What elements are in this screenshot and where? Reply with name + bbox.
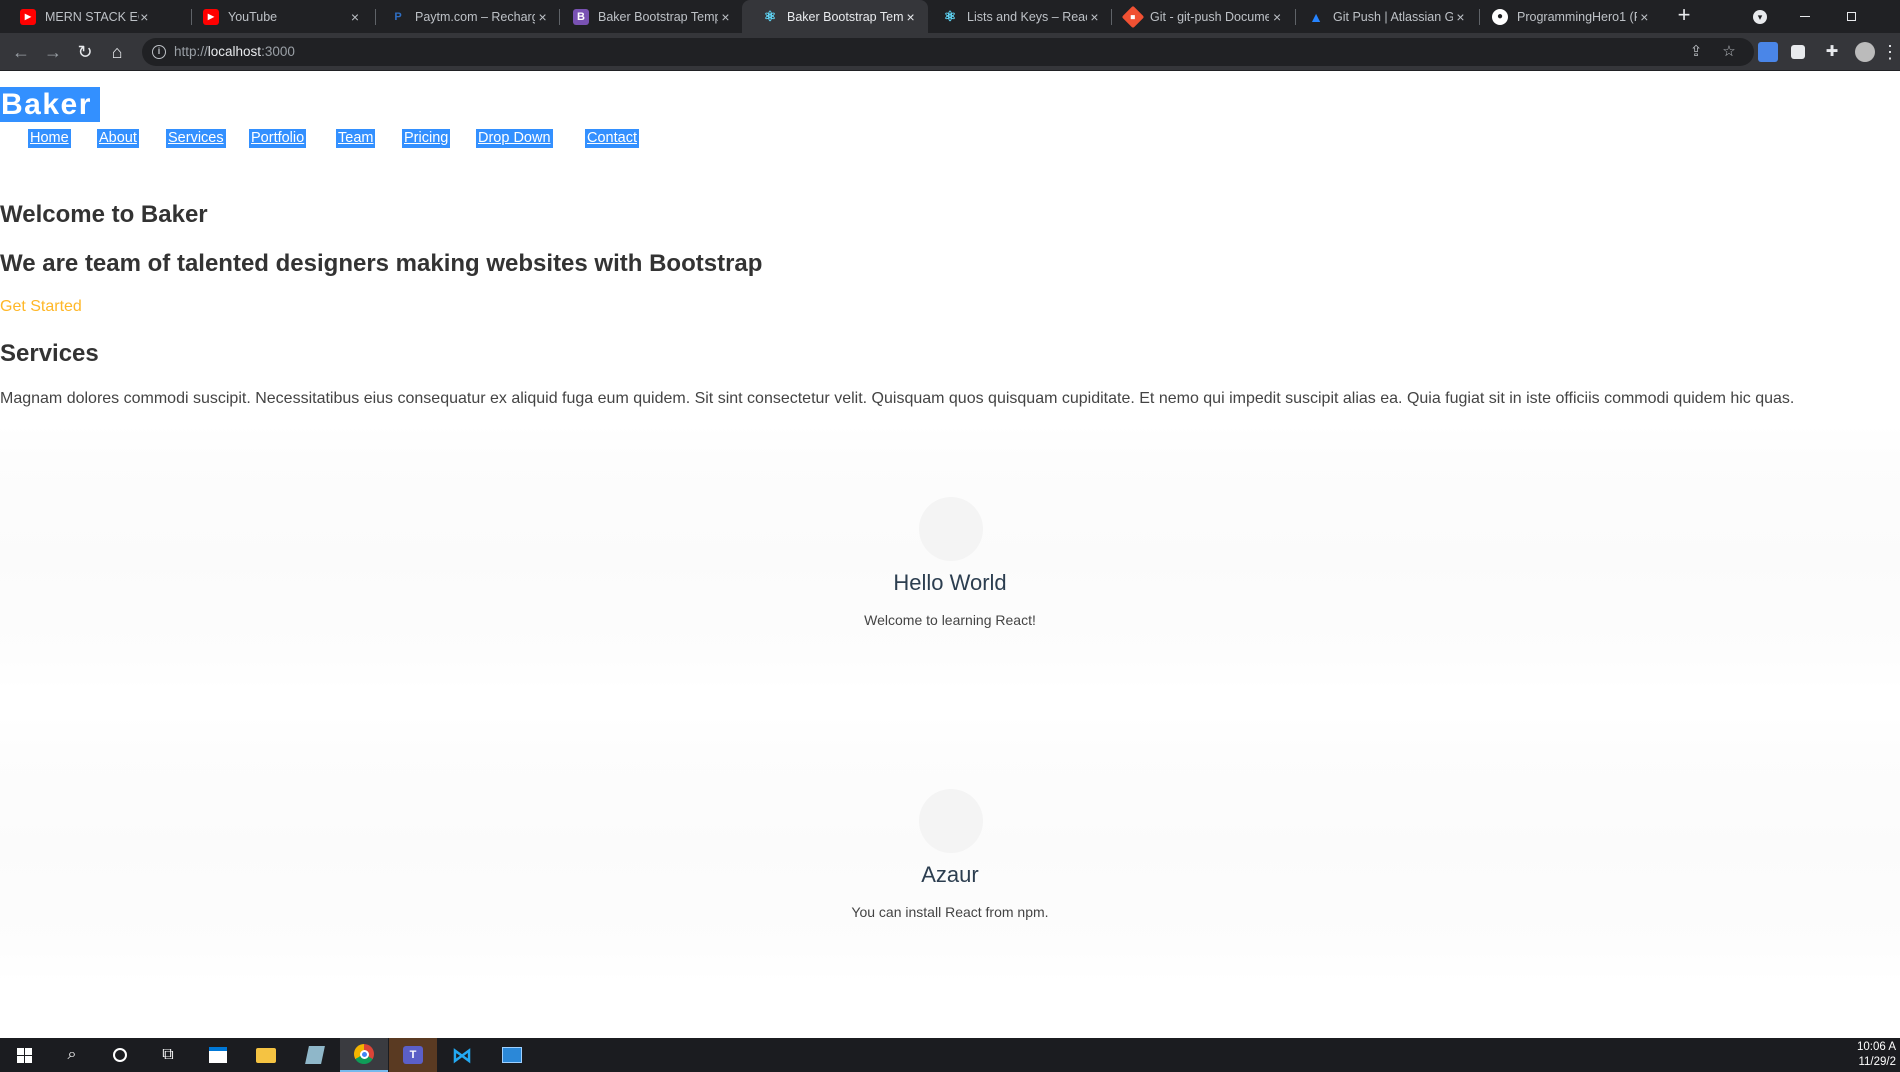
photos-icon[interactable] bbox=[488, 1038, 536, 1072]
card-icon-circle bbox=[919, 497, 983, 561]
close-tab-icon[interactable]: × bbox=[1087, 9, 1102, 25]
cortana-icon[interactable] bbox=[96, 1038, 144, 1072]
browser-tab[interactable]: ⚛ Lists and Keys – React × bbox=[922, 0, 1112, 33]
card-text: You can install React from npm. bbox=[851, 904, 1049, 920]
clock-date: 11/29/2 bbox=[1858, 1056, 1896, 1068]
tab-title: ProgrammingHero1 (P bbox=[1517, 9, 1637, 24]
web-page: Baker Home About Services Portfolio Team… bbox=[0, 71, 1900, 1038]
tab-title: Baker Bootstrap Templ bbox=[787, 9, 904, 24]
back-button[interactable]: ← bbox=[9, 40, 33, 64]
browser-tab[interactable]: ▶ MERN STACK ECOMM × bbox=[0, 0, 160, 33]
menu-kebab-icon[interactable]: ⋮ bbox=[1880, 40, 1900, 64]
services-title: Services bbox=[0, 340, 99, 367]
teams-icon[interactable]: T bbox=[389, 1038, 437, 1072]
new-tab-button[interactable]: + bbox=[1672, 4, 1696, 28]
nav-link-services[interactable]: Services bbox=[166, 129, 226, 148]
nav-link-about[interactable]: About bbox=[97, 129, 139, 148]
atlassian-icon: ▲ bbox=[1309, 8, 1323, 25]
card-icon-circle bbox=[919, 789, 983, 853]
windows-start-icon[interactable] bbox=[0, 1038, 48, 1072]
chrome-icon[interactable] bbox=[340, 1038, 388, 1072]
site-logo-link[interactable]: Baker bbox=[0, 87, 100, 122]
home-button[interactable]: ⌂ bbox=[105, 40, 129, 64]
browser-tab[interactable]: ▶ YouTube × bbox=[183, 0, 373, 33]
profile-avatar-icon[interactable] bbox=[1855, 42, 1875, 62]
vscode-icon[interactable]: ⋈ bbox=[438, 1038, 486, 1072]
restore-button[interactable] bbox=[1828, 0, 1874, 33]
extensions-puzzle-icon[interactable]: ✚ bbox=[1820, 40, 1844, 64]
browser-tab[interactable]: ● ProgrammingHero1 (P × bbox=[1472, 0, 1662, 33]
get-started-link[interactable]: Get Started bbox=[0, 298, 82, 316]
github-icon: ● bbox=[1492, 8, 1508, 25]
tab-title: Lists and Keys – React bbox=[967, 9, 1087, 24]
tab-title: Git Push | Atlassian Git bbox=[1333, 9, 1453, 24]
browser-tab[interactable]: ◆ Git - git-push Docume × bbox=[1105, 0, 1295, 33]
windows-taskbar: ⌕ ⧉ T ⋈ 10:06 A 11/29/2 bbox=[0, 1038, 1900, 1072]
close-tab-icon[interactable]: × bbox=[1637, 9, 1652, 25]
close-tab-icon[interactable]: × bbox=[139, 9, 150, 25]
translate-extension-icon[interactable] bbox=[1758, 42, 1778, 62]
card-title: Hello World bbox=[893, 570, 1007, 595]
card-title: Azaur bbox=[921, 862, 979, 887]
task-view-icon[interactable]: ⧉ bbox=[144, 1038, 192, 1072]
clock-time: 10:06 A bbox=[1856, 1041, 1896, 1053]
hero-subtitle: We are team of talented designers making… bbox=[0, 250, 763, 277]
hero-title: Welcome to Baker bbox=[0, 201, 208, 228]
forward-button[interactable]: → bbox=[41, 40, 65, 64]
nav-link-pricing[interactable]: Pricing bbox=[402, 129, 451, 148]
url-port: :3000 bbox=[261, 44, 295, 59]
tab-title: Paytm.com – Recharge bbox=[415, 9, 536, 24]
address-bar[interactable]: i http://localhost:3000 ⇪ ☆ bbox=[142, 38, 1754, 66]
store-icon[interactable] bbox=[194, 1038, 242, 1072]
react-icon: ⚛ bbox=[943, 8, 957, 24]
bookmark-star-icon[interactable]: ☆ bbox=[1720, 43, 1738, 61]
search-icon[interactable]: ⌕ bbox=[48, 1038, 96, 1072]
card-text: Welcome to learning React! bbox=[864, 612, 1036, 628]
nav-link-dropdown[interactable]: Drop Down bbox=[476, 129, 553, 148]
browser-tab[interactable]: P Paytm.com – Recharge × bbox=[370, 0, 560, 33]
media-extension-icon[interactable] bbox=[1791, 45, 1805, 59]
react-icon: ⚛ bbox=[763, 8, 777, 24]
service-card: Azaur You can install React from npm. bbox=[0, 717, 1900, 982]
browser-tab-active[interactable]: ⚛ Baker Bootstrap Templ × bbox=[742, 0, 928, 33]
close-tab-icon[interactable]: × bbox=[903, 9, 918, 25]
nav-link-portfolio[interactable]: Portfolio bbox=[249, 129, 307, 148]
share-icon[interactable]: ⇪ bbox=[1687, 43, 1705, 61]
bootstrap-icon: B bbox=[573, 8, 589, 25]
tab-title: Baker Bootstrap Templ bbox=[598, 9, 718, 24]
close-tab-icon[interactable]: × bbox=[718, 9, 733, 25]
paytm-icon: P bbox=[394, 10, 402, 23]
url-host: localhost bbox=[207, 44, 262, 59]
reload-button[interactable]: ↻ bbox=[73, 40, 97, 64]
browser-tab-strip: ▶ MERN STACK ECOMM × ▶ YouTube × P Paytm… bbox=[0, 0, 1900, 33]
close-tab-icon[interactable]: × bbox=[347, 9, 363, 25]
browser-tab[interactable]: B Baker Bootstrap Templ × bbox=[553, 0, 743, 33]
site-info-icon[interactable]: i bbox=[152, 45, 166, 59]
url-text[interactable]: http://localhost:3000 bbox=[174, 44, 295, 59]
browser-toolbar: ← → ↻ ⌂ i http://localhost:3000 ⇪ ☆ ✚ ⋮ bbox=[0, 33, 1900, 71]
notepad-icon[interactable] bbox=[291, 1038, 339, 1072]
browser-tab[interactable]: ▲ Git Push | Atlassian Git × bbox=[1288, 0, 1478, 33]
close-tab-icon[interactable]: × bbox=[535, 9, 550, 25]
git-icon: ◆ bbox=[1121, 5, 1145, 28]
youtube-icon: ▶ bbox=[20, 8, 36, 25]
youtube-icon: ▶ bbox=[203, 8, 219, 25]
close-tab-icon[interactable]: × bbox=[1269, 9, 1285, 25]
minimize-button[interactable] bbox=[1782, 0, 1828, 33]
services-description: Magnam dolores commodi suscipit. Necessi… bbox=[0, 390, 1795, 407]
nav-link-team[interactable]: Team bbox=[336, 129, 376, 148]
url-scheme: http:// bbox=[174, 44, 208, 59]
nav-link-home[interactable]: Home bbox=[28, 129, 71, 148]
system-clock[interactable]: 10:06 A 11/29/2 bbox=[1857, 1040, 1896, 1070]
nav-link-contact[interactable]: Contact bbox=[585, 129, 639, 148]
tab-search-icon[interactable]: ▾ bbox=[1737, 0, 1783, 33]
service-card: Hello World Welcome to learning React! bbox=[0, 425, 1900, 690]
close-tab-icon[interactable]: × bbox=[1453, 9, 1468, 25]
tab-title: YouTube bbox=[228, 9, 278, 24]
tab-title: Git - git-push Docume bbox=[1150, 9, 1270, 24]
tab-title: MERN STACK ECOMM bbox=[45, 9, 139, 24]
file-explorer-icon[interactable] bbox=[242, 1038, 290, 1072]
